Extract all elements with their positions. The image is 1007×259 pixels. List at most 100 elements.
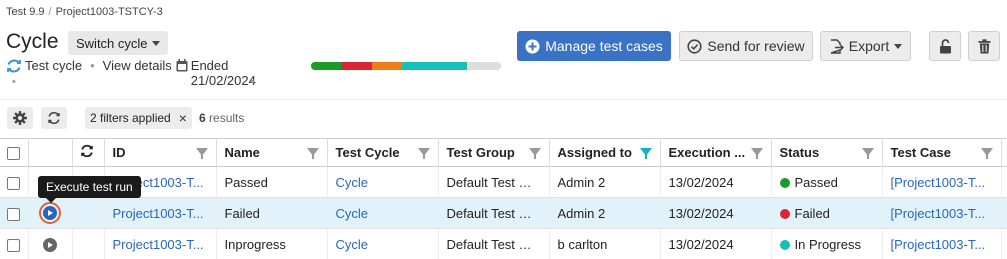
breadcrumb-item-project[interactable]: Test 9.9: [6, 6, 45, 18]
export-button[interactable]: Export: [820, 31, 911, 61]
refresh-icon: [7, 59, 21, 73]
header-actions: [28, 138, 73, 167]
filters-applied-chip[interactable]: 2 filters applied ×: [85, 107, 192, 129]
cell-execution-date: 13/02/2024: [660, 166, 772, 198]
breadcrumb-separator: /: [48, 6, 52, 18]
execute-test-run-tooltip: Execute test run: [38, 176, 141, 203]
cell-id[interactable]: Project1003-T...: [104, 197, 217, 229]
cell-id[interactable]: Project1003-T...: [104, 228, 217, 259]
filter-active-icon[interactable]: [639, 148, 652, 159]
column-header-id[interactable]: ID: [104, 138, 217, 167]
play-icon: [43, 206, 57, 220]
meta-separator: •: [250, 74, 255, 89]
column-header-assigned-to[interactable]: Assigned to: [549, 138, 661, 167]
row-spacer: [1001, 197, 1007, 229]
meta-separator: •: [90, 58, 95, 73]
breadcrumb-item-cycle[interactable]: Project1003-TSTCY-3: [56, 6, 163, 18]
cell-status: Passed: [771, 166, 883, 198]
refresh-button[interactable]: [41, 107, 67, 129]
results-count: 6 results: [199, 111, 244, 125]
manage-test-cases-label: Manage test cases: [545, 38, 663, 54]
progress-segment-in-progress: [402, 62, 467, 70]
column-header-test-cycle[interactable]: Test Cycle: [327, 138, 439, 167]
cell-test-group: Default Test Gr...: [438, 197, 550, 229]
delete-button[interactable]: [968, 31, 1000, 61]
cell-test-cycle[interactable]: Cycle: [327, 166, 439, 198]
column-label: Test Case: [890, 145, 951, 160]
manage-test-cases-button[interactable]: Manage test cases: [517, 31, 671, 61]
clear-filters-icon[interactable]: ×: [179, 110, 187, 126]
status-label: Failed: [794, 205, 830, 221]
row-spacer: [1001, 228, 1007, 259]
ended-label: Ended: [190, 58, 229, 73]
gear-icon: [13, 111, 27, 125]
cell-execution-date: 13/02/2024: [660, 197, 772, 229]
settings-button[interactable]: [7, 107, 33, 129]
cell-test-cycle[interactable]: Cycle: [327, 197, 439, 229]
play-icon: [43, 237, 57, 252]
filter-icon[interactable]: [195, 148, 208, 159]
lock-button[interactable]: [929, 31, 961, 61]
cycle-type: Test cycle: [25, 58, 83, 73]
send-for-review-label: Send for review: [707, 38, 805, 54]
progress-segment-remaining: [466, 62, 501, 70]
results-label: results: [209, 111, 245, 125]
filter-icon[interactable]: [861, 148, 874, 159]
sync-icon: [80, 144, 93, 158]
chevron-down-icon: [151, 40, 160, 46]
send-for-review-button[interactable]: Send for review: [679, 31, 813, 61]
status-dot: [779, 208, 790, 219]
row-checkbox[interactable]: [0, 228, 29, 259]
table-row[interactable]: Project1003-T... Passed Cycle Default Te…: [0, 166, 1007, 198]
cell-test-case[interactable]: [Project1003-T...: [882, 197, 1002, 229]
cell-assigned-to: b carlton: [549, 228, 661, 259]
column-label: Test Cycle: [335, 145, 400, 160]
column-header-execution[interactable]: Execution ...: [660, 138, 772, 167]
test-runs-table: ID Name Test Cycle Test Group Assigned t…: [0, 138, 1007, 259]
progress-segment-passed: [311, 62, 342, 70]
cell-status: In Progress: [771, 228, 883, 259]
execute-run-focus-ring: [39, 202, 61, 224]
execution-progress-bar: [311, 62, 501, 70]
row-checkbox[interactable]: [0, 166, 29, 198]
cell-name: Passed: [216, 166, 328, 198]
filter-icon[interactable]: [980, 148, 993, 159]
ended-info: Ended 21/02/2024: [191, 58, 256, 88]
cell-test-case[interactable]: [Project1003-T...: [882, 166, 1002, 198]
chevron-down-icon: [894, 43, 903, 49]
column-label: Name: [224, 145, 260, 160]
status-dot: [779, 239, 790, 250]
cell-test-group: Default Test Gr...: [438, 228, 550, 259]
cell-execution-date: 13/02/2024: [660, 228, 772, 259]
column-label: Execution ...: [668, 145, 746, 160]
trash-icon: [978, 38, 990, 53]
cell-test-case[interactable]: [Project1003-T...: [882, 228, 1002, 259]
progress-segment-failed: [341, 62, 372, 70]
switch-cycle-button[interactable]: Switch cycle: [68, 31, 168, 55]
row-sync-cell: [72, 228, 105, 259]
status-label: In Progress: [794, 236, 861, 252]
filter-icon[interactable]: [417, 148, 430, 159]
table-header-row: ID Name Test Cycle Test Group Assigned t…: [0, 138, 1007, 167]
table-row[interactable]: Project1003-T... Inprogress Cycle Defaul…: [0, 228, 1007, 259]
ended-date: 21/02/2024: [190, 73, 256, 88]
column-header-test-group[interactable]: Test Group: [438, 138, 550, 167]
progress-segment-other: [371, 62, 403, 70]
column-label: Test Group: [446, 145, 515, 160]
execute-run-button[interactable]: [28, 228, 73, 259]
view-details-link[interactable]: View details: [103, 58, 172, 73]
filter-icon[interactable]: [528, 148, 541, 159]
column-header-test-case[interactable]: Test Case: [882, 138, 1002, 167]
filter-icon[interactable]: [306, 148, 319, 159]
select-all-checkbox[interactable]: [0, 138, 29, 167]
check-circle-icon: [687, 38, 702, 54]
filter-icon[interactable]: [750, 148, 763, 159]
cell-name: Inprogress: [216, 228, 328, 259]
cell-test-cycle[interactable]: Cycle: [327, 228, 439, 259]
cell-status: Failed: [771, 197, 883, 229]
column-header-name[interactable]: Name: [216, 138, 328, 167]
row-checkbox[interactable]: [0, 197, 29, 229]
column-header-status[interactable]: Status: [771, 138, 883, 167]
table-row[interactable]: Project1003-T... Failed Cycle Default Te…: [0, 197, 1007, 229]
export-label: Export: [848, 38, 890, 54]
